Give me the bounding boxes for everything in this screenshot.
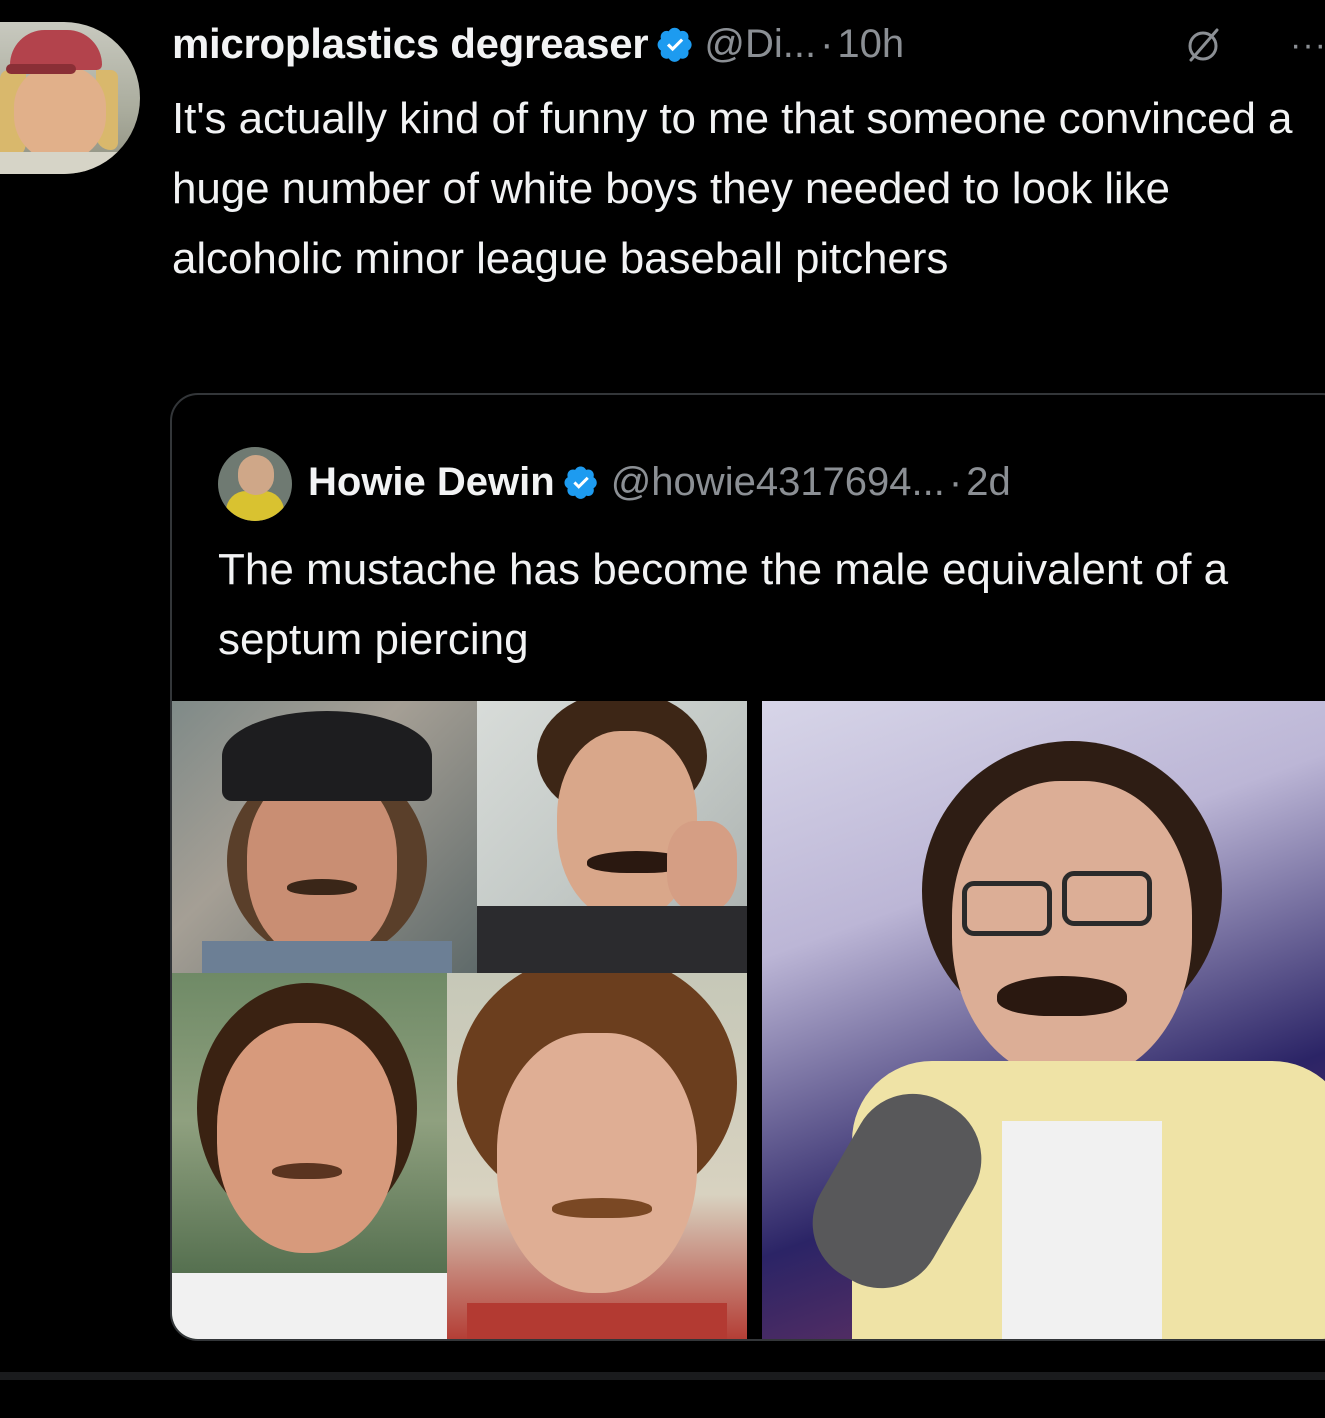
quoted-tweet-text: The mustache has become the male equival… bbox=[218, 545, 1229, 664]
grok-icon[interactable] bbox=[1183, 26, 1223, 66]
media-photo-1[interactable] bbox=[172, 701, 477, 973]
media-photo-3[interactable] bbox=[172, 973, 447, 1339]
separator-dot: · bbox=[820, 21, 834, 66]
more-options-icon[interactable]: ··· bbox=[1290, 28, 1325, 62]
tweet-timestamp[interactable]: 10h bbox=[837, 22, 904, 67]
quoted-tweet-header: Howie Dewin @howie4317694... · 2d bbox=[308, 449, 1011, 515]
author-avatar[interactable] bbox=[0, 22, 140, 174]
tweet-card[interactable]: microplastics degreaser @Di... · 10h ···… bbox=[0, 0, 1325, 1370]
quoted-tweet[interactable]: Howie Dewin @howie4317694... · 2d The mu… bbox=[170, 393, 1325, 1341]
media-photo-4[interactable] bbox=[447, 973, 747, 1339]
separator-dot: · bbox=[948, 459, 963, 504]
media-photo-5[interactable] bbox=[762, 701, 1325, 1339]
verified-badge-icon bbox=[564, 466, 597, 499]
bottom-divider bbox=[0, 1372, 1325, 1380]
verified-badge-icon bbox=[657, 27, 692, 62]
quoted-author-display-name[interactable]: Howie Dewin bbox=[308, 460, 555, 505]
tweet-text: It's actually kind of funny to me that s… bbox=[172, 94, 1293, 283]
media-photo-2[interactable] bbox=[477, 701, 747, 973]
media-grid bbox=[172, 701, 1325, 1339]
tweet-header: microplastics degreaser @Di... · 10h bbox=[172, 14, 904, 74]
quoted-tweet-timestamp[interactable]: 2d bbox=[966, 460, 1011, 505]
quoted-author-avatar[interactable] bbox=[218, 447, 292, 521]
quoted-author-handle[interactable]: @howie4317694... bbox=[611, 460, 945, 505]
author-display-name[interactable]: microplastics degreaser bbox=[172, 20, 649, 68]
author-handle[interactable]: @Di... bbox=[704, 22, 816, 67]
